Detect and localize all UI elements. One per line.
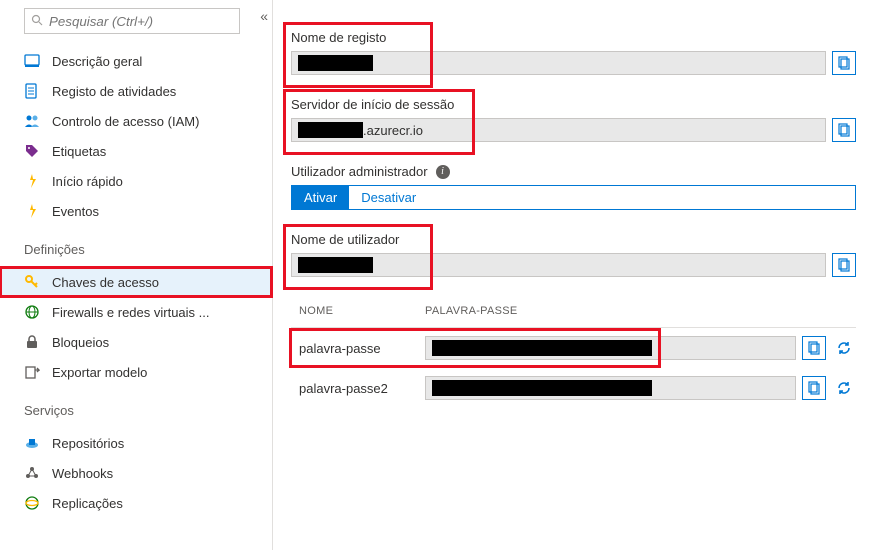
section-settings: Definições: [0, 230, 272, 263]
pw-value: [425, 336, 796, 360]
sidebar-item-locks[interactable]: Bloqueios: [0, 327, 272, 357]
sidebar-item-label: Descrição geral: [52, 54, 142, 69]
sidebar-item-label: Registo de atividades: [52, 84, 176, 99]
admin-toggle[interactable]: Ativar Desativar: [291, 185, 856, 210]
sidebar-item-label: Etiquetas: [52, 144, 106, 159]
info-icon[interactable]: i: [436, 165, 450, 179]
field-admin-user: Utilizador administrador i Ativar Desati…: [291, 164, 856, 210]
sidebar-item-firewalls[interactable]: Firewalls e redes virtuais ...: [0, 297, 272, 327]
activity-icon: [24, 83, 40, 99]
overview-icon: [24, 53, 40, 69]
sidebar-item-iam[interactable]: Controlo de acesso (IAM): [0, 106, 272, 136]
login-server-label: Servidor de início de sessão: [291, 97, 856, 112]
repos-icon: [24, 435, 40, 451]
sidebar-item-events[interactable]: Eventos: [0, 196, 272, 226]
tag-icon: [24, 143, 40, 159]
sidebar-item-replications[interactable]: Replicações: [0, 488, 272, 518]
regenerate-button[interactable]: [832, 336, 856, 360]
collapse-icon[interactable]: «: [260, 8, 268, 24]
sidebar-item-label: Início rápido: [52, 174, 123, 189]
registry-name-value: [291, 51, 826, 75]
sidebar-item-tags[interactable]: Etiquetas: [0, 136, 272, 166]
nav-settings: Chaves de acesso Firewalls e redes virtu…: [0, 263, 272, 391]
export-icon: [24, 364, 40, 380]
toggle-on[interactable]: Ativar: [292, 186, 349, 209]
lock-icon: [24, 334, 40, 350]
sidebar-item-label: Eventos: [52, 204, 99, 219]
nav-top: Descrição geral Registo de atividades Co…: [0, 42, 272, 230]
field-username: Nome de utilizador: [291, 232, 856, 277]
sidebar-item-webhooks[interactable]: Webhooks: [0, 458, 272, 488]
search-input[interactable]: [49, 14, 233, 29]
pw-col-value: PALAVRA-PASSE: [425, 305, 518, 317]
username-label: Nome de utilizador: [291, 232, 856, 247]
pw-col-name: NOME: [299, 305, 425, 317]
sidebar-item-repos[interactable]: Repositórios: [0, 428, 272, 458]
iam-icon: [24, 113, 40, 129]
sidebar-item-label: Controlo de acesso (IAM): [52, 114, 199, 129]
regenerate-button[interactable]: [832, 376, 856, 400]
nav-services: Repositórios Webhooks Replicações: [0, 424, 272, 522]
copy-button[interactable]: [832, 118, 856, 142]
login-server-value: .azurecr.io: [291, 118, 826, 142]
firewall-icon: [24, 304, 40, 320]
password-table: NOME PALAVRA-PASSE palavra-passe palavra…: [291, 299, 856, 408]
key-icon: [24, 274, 40, 290]
toggle-off[interactable]: Desativar: [349, 186, 428, 209]
search-box[interactable]: [24, 8, 240, 34]
copy-button[interactable]: [802, 376, 826, 400]
webhooks-icon: [24, 465, 40, 481]
sidebar-item-label: Webhooks: [52, 466, 113, 481]
sidebar-item-activity[interactable]: Registo de atividades: [0, 76, 272, 106]
field-login-server: Servidor de início de sessão .azurecr.io: [291, 97, 856, 142]
admin-user-label: Utilizador administrador: [291, 164, 428, 179]
events-icon: [24, 203, 40, 219]
replications-icon: [24, 495, 40, 511]
sidebar-item-overview[interactable]: Descrição geral: [0, 46, 272, 76]
copy-button[interactable]: [802, 336, 826, 360]
field-registry-name: Nome de registo: [291, 30, 856, 75]
pw-value: [425, 376, 796, 400]
password-row: palavra-passe: [291, 328, 856, 368]
username-value: [291, 253, 826, 277]
pw-name: palavra-passe2: [299, 381, 419, 396]
sidebar: « Descrição geral Registo de atividades …: [0, 0, 273, 550]
quickstart-icon: [24, 173, 40, 189]
main-content: Nome de registo Servidor de início de se…: [273, 0, 874, 550]
search-icon: [31, 14, 43, 29]
sidebar-item-label: Firewalls e redes virtuais ...: [52, 305, 210, 320]
sidebar-item-export[interactable]: Exportar modelo: [0, 357, 272, 387]
sidebar-item-label: Bloqueios: [52, 335, 109, 350]
copy-button[interactable]: [832, 253, 856, 277]
password-row: palavra-passe2: [291, 368, 856, 408]
sidebar-item-access-keys[interactable]: Chaves de acesso: [0, 267, 272, 297]
sidebar-item-label: Repositórios: [52, 436, 124, 451]
registry-name-label: Nome de registo: [291, 30, 856, 45]
section-services: Serviços: [0, 391, 272, 424]
copy-button[interactable]: [832, 51, 856, 75]
sidebar-item-label: Chaves de acesso: [52, 275, 159, 290]
sidebar-item-label: Exportar modelo: [52, 365, 147, 380]
pw-name: palavra-passe: [299, 341, 419, 356]
sidebar-item-label: Replicações: [52, 496, 123, 511]
sidebar-item-quickstart[interactable]: Início rápido: [0, 166, 272, 196]
